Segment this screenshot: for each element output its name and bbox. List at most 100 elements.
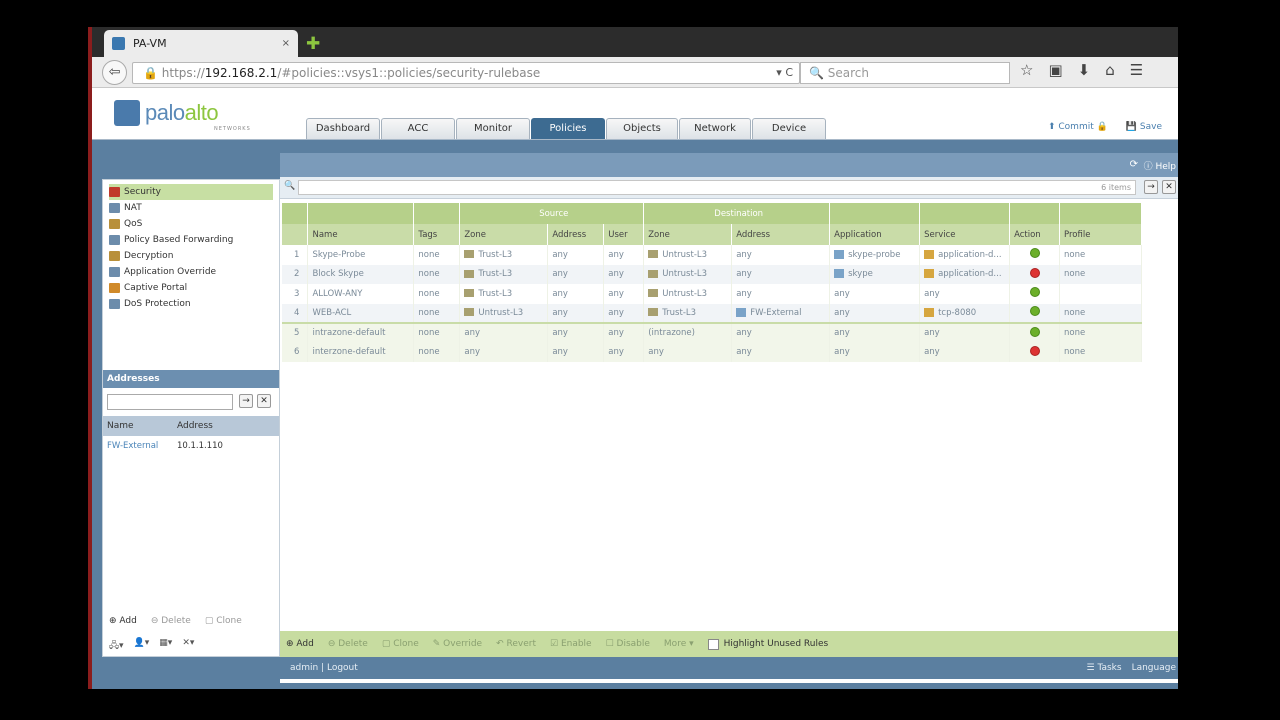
address-row[interactable]: FW-External 10.1.1.110 [103,436,279,456]
rule-profile[interactable]: none [1059,303,1142,323]
url-bar[interactable]: 🔒 https://192.168.2.1/#policies::vsys1::… [132,62,800,84]
col-user[interactable]: User [603,224,645,245]
download-icon[interactable]: ⬇ [1078,61,1091,79]
add-rule-button[interactable]: ⊕ Add [286,639,314,649]
col-dst-address[interactable]: Address [731,224,831,245]
rule-application[interactable]: skype [829,264,921,284]
apply-filter-icon[interactable]: → [1144,180,1158,194]
tab-policies[interactable]: Policies [531,118,605,139]
rule-action[interactable] [1009,245,1061,265]
add-address-button[interactable]: ⊕ Add [109,616,137,626]
back-icon[interactable]: ⇦ [102,60,127,85]
rule-application[interactable]: skype-probe [829,245,921,265]
rule-source-zone[interactable]: Trust-L3 [459,264,549,284]
override-rule-button[interactable]: ✎ Override [433,639,482,649]
rule-name[interactable]: Block Skype [307,264,415,284]
rule-source-zone[interactable]: any [459,322,549,343]
save-button[interactable]: 💾 Save [1126,122,1162,132]
col-dst-zone[interactable]: Zone [643,224,733,245]
col-address[interactable]: Address [173,421,243,431]
rule-action[interactable] [1009,322,1061,343]
tree-item-nat[interactable]: NAT [109,200,273,216]
more-button[interactable]: More ▾ [664,639,694,649]
rule-name[interactable]: ALLOW-ANY [307,284,415,304]
url-dropdown-refresh[interactable]: ▾ C [776,63,793,83]
rule-action[interactable] [1009,303,1061,323]
rule-source-zone[interactable]: Trust-L3 [459,245,549,265]
rule-service[interactable]: any [919,342,1011,362]
tasks-button[interactable]: ☰ Tasks [1087,663,1122,673]
apply-filter-icon[interactable]: → [239,394,253,408]
col-action[interactable]: Action [1009,224,1061,245]
tree-item-dos[interactable]: DoS Protection [109,296,273,312]
tab-dashboard[interactable]: Dashboard [306,118,380,139]
delete-rule-button[interactable]: ⊖ Delete [328,639,368,649]
rule-row[interactable]: 3 ALLOW-ANY none Trust-L3 any any Untrust-L3 an… [282,284,1142,304]
rule-destination-address[interactable]: any [731,245,831,265]
clear-filter-icon[interactable]: ✕ [257,394,271,408]
application-object-icon[interactable]: ▦▾ [159,638,172,654]
rule-name[interactable]: Skype-Probe [307,245,415,265]
rule-name[interactable]: intrazone-default [307,322,415,343]
col-name[interactable]: Name [307,224,415,245]
rule-service[interactable]: any [919,322,1011,343]
rule-application[interactable]: any [829,322,921,343]
rule-service[interactable]: application-d... [919,264,1011,284]
rule-source-zone[interactable]: Trust-L3 [459,284,549,304]
menu-icon[interactable]: ☰ [1130,61,1143,79]
rule-profile[interactable]: none [1059,245,1142,265]
delete-address-button[interactable]: ⊖ Delete [151,616,191,626]
new-tab-icon[interactable]: ✚ [306,34,320,54]
rule-destination-zone[interactable]: any [643,342,733,362]
rule-source-zone[interactable]: Untrust-L3 [459,303,549,323]
rule-destination-zone[interactable]: Untrust-L3 [643,245,733,265]
tree-item-qos[interactable]: QoS [109,216,273,232]
tree-item-decryption[interactable]: Decryption [109,248,273,264]
revert-rule-button[interactable]: ↶ Revert [496,639,536,649]
highlight-unused-checkbox[interactable]: Highlight Unused Rules [707,638,828,650]
tree-item-captive-portal[interactable]: Captive Portal [109,280,273,296]
rule-name[interactable]: interzone-default [307,342,415,362]
commit-button[interactable]: ⬆ Commit 🔒 [1048,122,1108,132]
tab-acc[interactable]: ACC [381,118,455,139]
clone-rule-button[interactable]: ▢ Clone [382,639,419,649]
rule-action[interactable] [1009,284,1061,304]
clear-filter-icon[interactable]: ✕ [1162,180,1176,194]
tab-device[interactable]: Device [752,118,826,139]
rule-destination-address[interactable]: any [731,342,831,362]
rule-service[interactable]: any [919,284,1011,304]
rule-filter-input[interactable]: 6 items [298,180,1136,195]
home-icon[interactable]: ⌂ [1105,61,1115,79]
clipboard-icon[interactable]: ▣ [1048,61,1062,79]
browser-tab[interactable]: PA-VM × [104,30,298,57]
rule-action[interactable] [1009,342,1061,362]
refresh-icon[interactable]: ⟳ [1130,159,1138,170]
rule-application[interactable]: any [829,342,921,362]
enable-rule-button[interactable]: ☑ Enable [550,639,592,649]
address-name[interactable]: FW-External [103,441,173,451]
search-input[interactable]: 🔍 Search [800,62,1010,84]
tree-item-pbf[interactable]: Policy Based Forwarding [109,232,273,248]
rule-destination-zone[interactable]: Untrust-L3 [643,284,733,304]
rule-row[interactable]: 4 WEB-ACL none Untrust-L3 any any Trust-L3 FW-E… [282,303,1142,323]
rule-service[interactable]: application-d... [919,245,1011,265]
logout-link[interactable]: Logout [327,663,358,673]
address-object-icon[interactable]: 🖧▾ [109,638,124,654]
rule-source-zone[interactable]: any [459,342,549,362]
rule-application[interactable]: any [829,303,921,323]
col-name[interactable]: Name [103,421,173,431]
rule-profile[interactable]: none [1059,322,1142,343]
rule-service[interactable]: tcp-8080 [919,303,1011,323]
checkbox-box[interactable] [707,638,719,650]
rule-destination-address[interactable]: any [731,284,831,304]
rule-destination-zone[interactable]: Untrust-L3 [643,264,733,284]
bookmark-star-icon[interactable]: ☆ [1020,61,1033,79]
address-search-input[interactable] [107,394,233,410]
col-src-zone[interactable]: Zone [459,224,549,245]
rule-destination-zone[interactable]: (intrazone) [643,322,733,343]
rule-action[interactable] [1009,264,1061,284]
rule-destination-zone[interactable]: Trust-L3 [643,303,733,323]
tree-item-security[interactable]: Security [109,184,273,200]
col-application[interactable]: Application [829,224,921,245]
col-tags[interactable]: Tags [413,224,461,245]
